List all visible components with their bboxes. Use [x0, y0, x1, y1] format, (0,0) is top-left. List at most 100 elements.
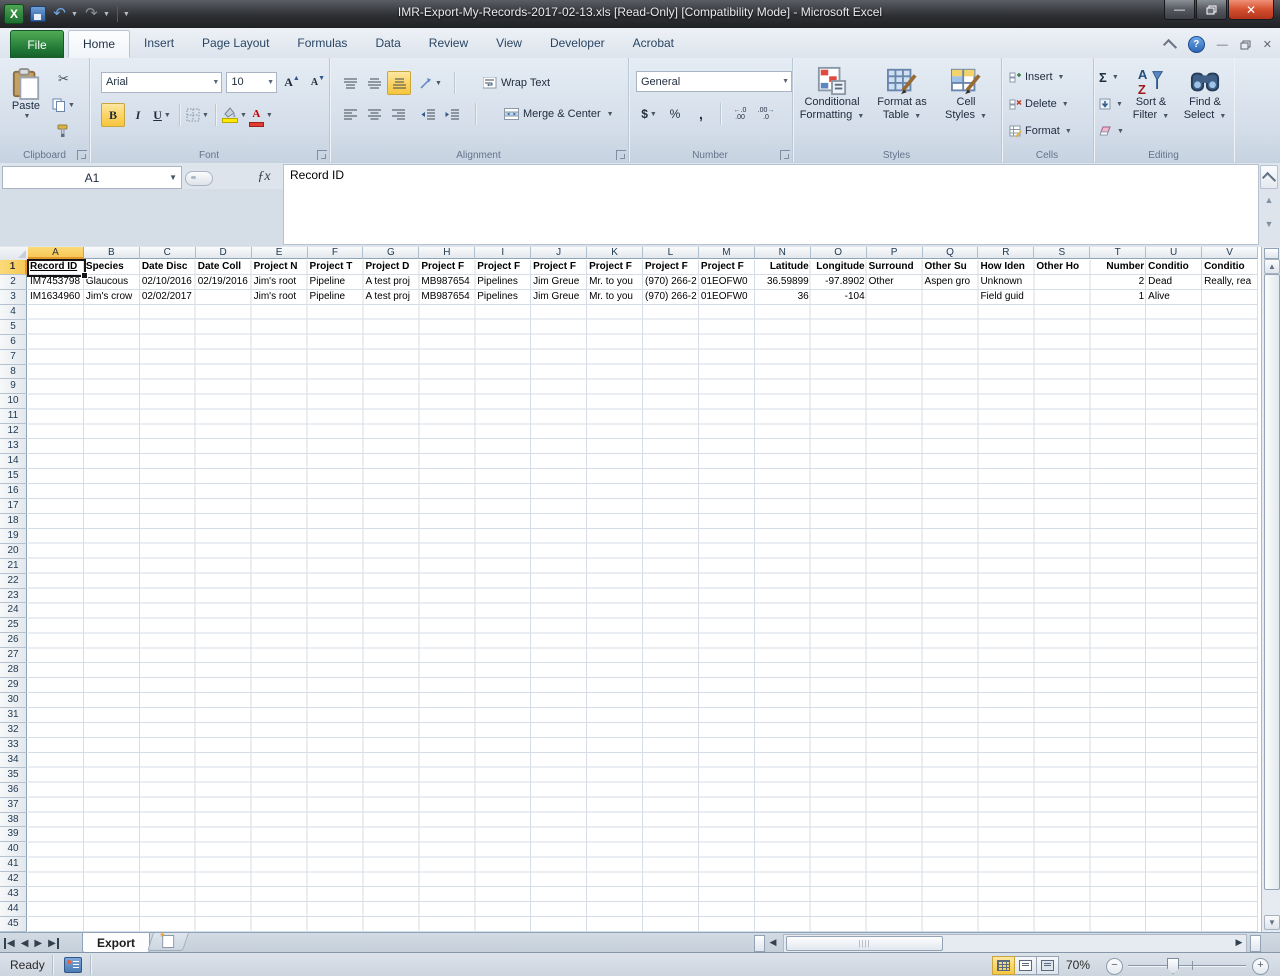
increase-font-size-button[interactable]: A ▲ [281, 71, 303, 93]
underline-caret[interactable]: ▼ [164, 112, 171, 119]
row-header-2[interactable]: 2 [0, 274, 27, 290]
column-header-V[interactable]: V [1202, 247, 1258, 259]
column-header-K[interactable]: K [587, 247, 643, 259]
insert-cells-button[interactable]: Insert ▼ [1009, 66, 1072, 88]
cell-J2[interactable]: Jim Greue [531, 275, 587, 290]
cell-O2[interactable]: -97.8902 [811, 275, 867, 290]
tab-review[interactable]: Review [415, 30, 482, 58]
decrease-decimal-button[interactable]: .00→ .0 [755, 103, 777, 125]
fill-color-caret[interactable]: ▼ [240, 112, 247, 119]
cell-S1[interactable]: Other Ho [1034, 260, 1090, 275]
cell-H1[interactable]: Project F [419, 260, 475, 275]
increase-decimal-button[interactable]: ←.0.00 [729, 103, 751, 125]
copy-button[interactable]: ▼ [52, 94, 75, 116]
row-header-23[interactable]: 23 [0, 588, 27, 604]
cell-J1[interactable]: Project F [531, 260, 587, 275]
horizontal-split-handle[interactable] [754, 935, 765, 952]
formula-bar-splitter[interactable] [185, 171, 213, 186]
sort-filter-button[interactable]: A Z Sort & Filter ▼ [1125, 60, 1177, 152]
scroll-up-button[interactable]: ▲ [1264, 259, 1280, 274]
row-header-6[interactable]: 6 [0, 334, 27, 350]
cell-P2[interactable]: Other [867, 275, 923, 290]
workbook-restore-icon[interactable] [1240, 40, 1251, 50]
row-header-30[interactable]: 30 [0, 693, 27, 708]
cell-E2[interactable]: Jim's root [252, 275, 308, 290]
cell-B2[interactable]: Glaucous [84, 275, 140, 290]
cell-A2[interactable]: IM7453798 [28, 275, 84, 290]
column-header-D[interactable]: D [195, 247, 252, 259]
row-header-31[interactable]: 31 [0, 707, 27, 723]
cell-T1[interactable]: Number [1090, 260, 1146, 275]
row-header-40[interactable]: 40 [0, 842, 27, 858]
row-header-35[interactable]: 35 [0, 767, 27, 783]
row-header-21[interactable]: 21 [0, 558, 27, 574]
cell-H2[interactable]: MB987654 [419, 275, 475, 290]
scroll-down-button[interactable]: ▼ [1264, 915, 1280, 930]
orientation-button[interactable]: ▼ [419, 72, 442, 94]
help-icon[interactable]: ? [1187, 36, 1205, 53]
tab-page-layout[interactable]: Page Layout [188, 30, 283, 58]
paste-dropdown-caret[interactable]: ▼ [24, 113, 31, 120]
selection-box[interactable] [27, 259, 88, 279]
prev-sheet-button[interactable]: ◀ [21, 938, 29, 949]
cell-U2[interactable]: Dead [1146, 275, 1202, 290]
next-sheet-button[interactable]: ▶ [34, 938, 42, 949]
row-header-41[interactable]: 41 [0, 857, 27, 873]
font-color-button[interactable]: A ▼ [248, 104, 273, 127]
tab-view[interactable]: View [482, 30, 536, 58]
align-right-button[interactable] [387, 103, 409, 125]
cell-L2[interactable]: (970) 266-2 [643, 275, 699, 290]
align-center-button[interactable] [363, 103, 385, 125]
horizontal-split-handle-right[interactable] [1250, 935, 1261, 952]
increase-indent-button[interactable] [441, 103, 463, 125]
name-box-caret[interactable]: ▼ [169, 173, 177, 182]
cell-E3[interactable]: Jim's root [252, 290, 308, 305]
row-header-45[interactable]: 45 [0, 917, 27, 932]
cell-R3[interactable]: Field guid [978, 290, 1034, 305]
cell-L3[interactable]: (970) 266-2 [643, 290, 699, 305]
number-dialog-launcher[interactable] [780, 150, 790, 160]
column-header-S[interactable]: S [1034, 247, 1091, 259]
first-sheet-button[interactable]: ◀ [4, 937, 15, 949]
format-as-table-caret[interactable]: ▼ [914, 113, 921, 120]
cell-F1[interactable]: Project T [308, 260, 364, 275]
row-header-32[interactable]: 32 [0, 722, 27, 738]
row-header-18[interactable]: 18 [0, 513, 27, 529]
cell-M3[interactable]: 01EOFW0 [699, 290, 755, 305]
zoom-in-button[interactable]: + [1252, 958, 1269, 975]
underline-button[interactable]: U ▼ [151, 104, 173, 126]
cell-N2[interactable]: 36.59899 [755, 275, 811, 290]
column-header-E[interactable]: E [251, 247, 308, 259]
cell-U3[interactable]: Alive [1146, 290, 1202, 305]
horizontal-scroll-thumb[interactable]: |||| [786, 936, 943, 951]
row-header-42[interactable]: 42 [0, 872, 27, 888]
row-header-37[interactable]: 37 [0, 797, 27, 813]
column-header-U[interactable]: U [1146, 247, 1203, 259]
workbook-minimize-icon[interactable]: — [1217, 39, 1228, 50]
collapse-formula-bar-button[interactable] [1260, 165, 1278, 189]
column-header-M[interactable]: M [698, 247, 755, 259]
cell-M2[interactable]: 01EOFW0 [699, 275, 755, 290]
column-header-O[interactable]: O [810, 247, 867, 259]
column-header-H[interactable]: H [419, 247, 476, 259]
cell-A3[interactable]: IM1634960 [28, 290, 84, 305]
autosum-caret[interactable]: ▼ [1112, 74, 1119, 81]
cell-R2[interactable]: Unknown [978, 275, 1034, 290]
page-break-view-button[interactable] [1036, 956, 1059, 975]
find-select-button[interactable]: Find & Select ▼ [1179, 60, 1231, 152]
cell-N3[interactable]: 36 [755, 290, 811, 305]
column-header-I[interactable]: I [475, 247, 532, 259]
scroll-left-button[interactable]: ◀ [766, 935, 780, 950]
borders-button[interactable]: ▼ [186, 104, 209, 126]
column-header-N[interactable]: N [754, 247, 811, 259]
cell-B3[interactable]: Jim's crow [84, 290, 140, 305]
cell-F3[interactable]: Pipeline [308, 290, 364, 305]
bottom-align-button[interactable] [387, 71, 411, 95]
formula-scroll-down-icon[interactable]: ▼ [1265, 219, 1274, 229]
macro-record-button[interactable] [64, 957, 82, 973]
zoom-slider-thumb[interactable] [1167, 958, 1179, 974]
cells-area[interactable]: Record ID Species Date Disc Date Coll Projec… [27, 259, 1258, 932]
column-header-L[interactable]: L [642, 247, 699, 259]
top-align-button[interactable] [339, 72, 361, 94]
clear-caret[interactable]: ▼ [1117, 128, 1124, 135]
